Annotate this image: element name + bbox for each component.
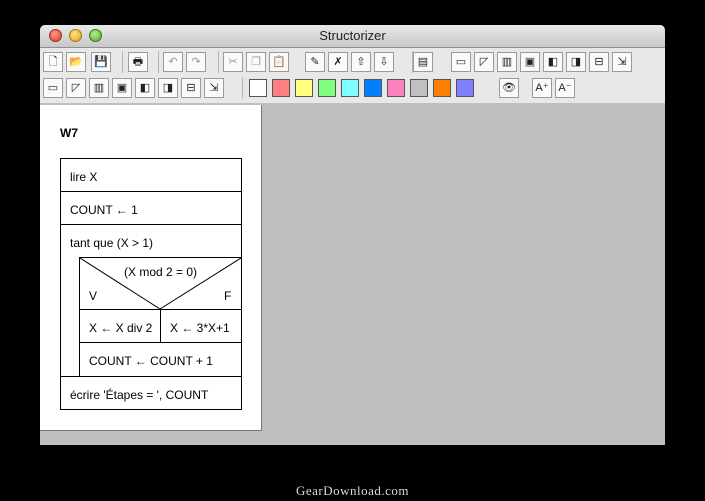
title-bar: Structorizer [40,25,665,48]
eye-icon[interactable]: 👁 [499,78,519,98]
add-repeat-icon[interactable]: ◨ [566,52,586,72]
else-branch-text: X ← 3*X+1 [170,321,230,335]
instruction-read[interactable]: lire X [60,158,242,192]
color-swatch[interactable] [341,79,359,97]
structorizer-window: Structorizer 🗋 📂 💾 🖶 ↶ ↷ ✂ ❐ 📋 ✎ ✗ ⇧ ⇩ ▤ ▭ ◸ ▥ ▣ ◧ ◨ ⊟ ⇲ ▭ ◸ ▥ ▣ ◧… [40,25,665,445]
open-icon[interactable]: 📂 [66,52,86,72]
instruction-increment-text: COUNT ← COUNT + 1 [89,354,213,368]
new-icon[interactable]: 🗋 [43,52,63,72]
color-swatch[interactable] [433,79,451,97]
color-swatch[interactable] [387,79,405,97]
add-for-icon[interactable]: ▣ [520,52,540,72]
then-branch[interactable]: X ← X div 2 [79,309,161,343]
instruction-write-text: écrire 'Étapes = ', COUNT [70,388,209,402]
add-while-after-icon[interactable]: ◧ [135,78,155,98]
instruction-init-text: COUNT ← 1 [70,203,138,217]
diagram-title[interactable]: W7 [60,126,78,140]
minimize-window-button[interactable] [69,29,82,42]
add-call-icon[interactable]: ⊟ [589,52,609,72]
color-swatch[interactable] [318,79,336,97]
add-case-icon[interactable]: ▥ [497,52,517,72]
edit-icon[interactable]: ✎ [305,52,325,72]
color-swatch[interactable] [410,79,428,97]
add-call-after-icon[interactable]: ⊟ [181,78,201,98]
true-label: V [89,289,98,303]
color-swatch[interactable] [456,79,474,97]
diagram-canvas[interactable]: W7 lire X COUNT ← 1 tant que (X > 1) (X … [40,105,262,431]
add-alternative-icon[interactable]: ◸ [474,52,494,72]
instruction-increment[interactable]: COUNT ← COUNT + 1 [79,342,242,377]
close-window-button[interactable] [49,29,62,42]
color-swatch[interactable] [272,79,290,97]
add-instruction-after-icon[interactable]: ▭ [43,78,63,98]
color-swatch[interactable] [249,79,267,97]
toolbar-separator [242,77,243,99]
add-case-after-icon[interactable]: ▥ [89,78,109,98]
instruction-read-text: lire X [70,170,98,184]
if-condition-text: (X mod 2 = 0) [124,265,198,279]
watermark: GearDownload.com [295,483,410,498]
toolbar-separator [218,51,219,73]
print-icon[interactable]: 🖶 [128,52,148,72]
move-up-icon[interactable]: ⇧ [351,52,371,72]
add-alternative-after-icon[interactable]: ◸ [66,78,86,98]
false-label: F [224,289,232,303]
toolbar: 🗋 📂 💾 🖶 ↶ ↷ ✂ ❐ 📋 ✎ ✗ ⇧ ⇩ ▤ ▭ ◸ ▥ ▣ ◧ ◨ ⊟ ⇲ ▭ ◸ ▥ ▣ ◧ ◨ ⊟ ⇲ 👁 A⁺ A⁻ [40,48,665,103]
add-jump-after-icon[interactable]: ⇲ [204,78,224,98]
add-instruction-icon[interactable]: ▭ [451,52,471,72]
cut-icon[interactable]: ✂ [223,52,243,72]
delete-icon[interactable]: ✗ [328,52,348,72]
else-branch[interactable]: X ← 3*X+1 [160,309,242,343]
toolbar-separator [122,51,123,73]
window-title: Structorizer [319,28,386,43]
paste-icon[interactable]: 📋 [269,52,289,72]
if-alternative[interactable]: (X mod 2 = 0) V F [79,257,242,310]
properties-icon[interactable]: ▤ [413,52,433,72]
then-branch-text: X ← X div 2 [89,321,153,335]
toolbar-separator [158,51,159,73]
copy-icon[interactable]: ❐ [246,52,266,72]
add-while-icon[interactable]: ◧ [543,52,563,72]
add-jump-icon[interactable]: ⇲ [612,52,632,72]
color-swatch[interactable] [364,79,382,97]
color-swatch[interactable] [295,79,313,97]
font-increase-icon[interactable]: A⁺ [532,78,552,98]
while-condition-text: tant que (X > 1) [70,236,154,250]
redo-icon[interactable]: ↷ [186,52,206,72]
add-repeat-after-icon[interactable]: ◨ [158,78,178,98]
move-down-icon[interactable]: ⇩ [374,52,394,72]
undo-icon[interactable]: ↶ [163,52,183,72]
save-icon[interactable]: 💾 [91,52,111,72]
instruction-init[interactable]: COUNT ← 1 [60,191,242,225]
add-for-after-icon[interactable]: ▣ [112,78,132,98]
zoom-window-button[interactable] [89,29,102,42]
instruction-write[interactable]: écrire 'Étapes = ', COUNT [60,376,242,410]
font-decrease-icon[interactable]: A⁻ [555,78,575,98]
